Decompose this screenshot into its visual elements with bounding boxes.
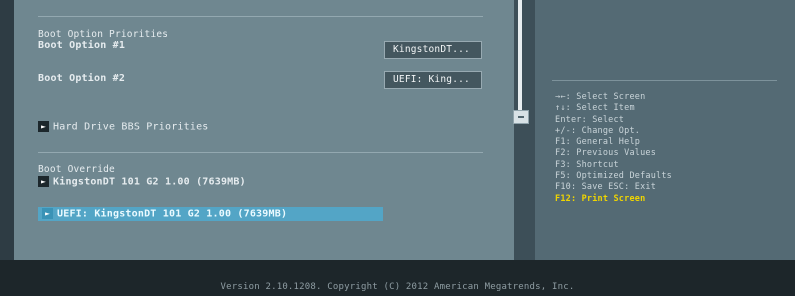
section-divider (38, 152, 483, 153)
override-item-kingston[interactable]: ► KingstonDT 101 G2 1.00 (7639MB) (38, 176, 246, 188)
hdd-priorities-label: Hard Drive BBS Priorities (53, 121, 209, 133)
help-item: ↑↓: Select Item (555, 103, 635, 114)
boot-priorities-heading: Boot Option Priorities (38, 29, 169, 40)
top-divider (38, 16, 483, 17)
boot-option-1-select[interactable]: KingstonDT... (384, 41, 482, 59)
key-help-list: →←: Select Screen ↑↓: Select Item Enter:… (555, 92, 672, 205)
override-item-uefi-selected[interactable]: ► UEFI: KingstonDT 101 G2 1.00 (7639MB) (38, 207, 383, 221)
boot-option-2-select[interactable]: UEFI: King... (384, 71, 482, 89)
version-text: Version 2.10.1208. Copyright (C) 2012 Am… (220, 282, 575, 292)
override-item-label: KingstonDT 101 G2 1.00 (7639MB) (53, 176, 246, 188)
help-item: →←: Select Screen (555, 92, 646, 102)
help-item: F1: General Help (555, 137, 641, 148)
help-item: F2: Previous Values (555, 148, 657, 159)
hdd-priorities-link[interactable]: ► Hard Drive BBS Priorities (38, 121, 209, 133)
help-item: Enter: Select (555, 114, 625, 125)
submenu-arrow-icon: ► (38, 121, 49, 132)
submenu-arrow-icon: ► (38, 176, 49, 187)
submenu-arrow-icon: ► (42, 208, 53, 219)
override-item-label: UEFI: KingstonDT 101 G2 1.00 (7639MB) (57, 208, 288, 220)
help-item-print-screen: F12: Print Screen (555, 193, 646, 204)
boot-option-2-label: Boot Option #2 (38, 73, 126, 84)
help-item: F3: Shortcut (555, 159, 619, 170)
override-item-uefi: ► UEFI: KingstonDT 101 G2 1.00 (7639MB) (42, 208, 287, 220)
help-item: F10: Save ESC: Exit (555, 182, 657, 193)
help-item: F5: Optimized Defaults (555, 171, 672, 182)
scrollbar-thumb[interactable] (513, 110, 529, 124)
help-item: +/-: Change Opt. (555, 125, 641, 136)
scrollbar-track[interactable] (518, 0, 522, 118)
help-divider (552, 80, 777, 81)
boot-override-heading: Boot Override (38, 164, 115, 175)
boot-option-1-label: Boot Option #1 (38, 40, 126, 51)
